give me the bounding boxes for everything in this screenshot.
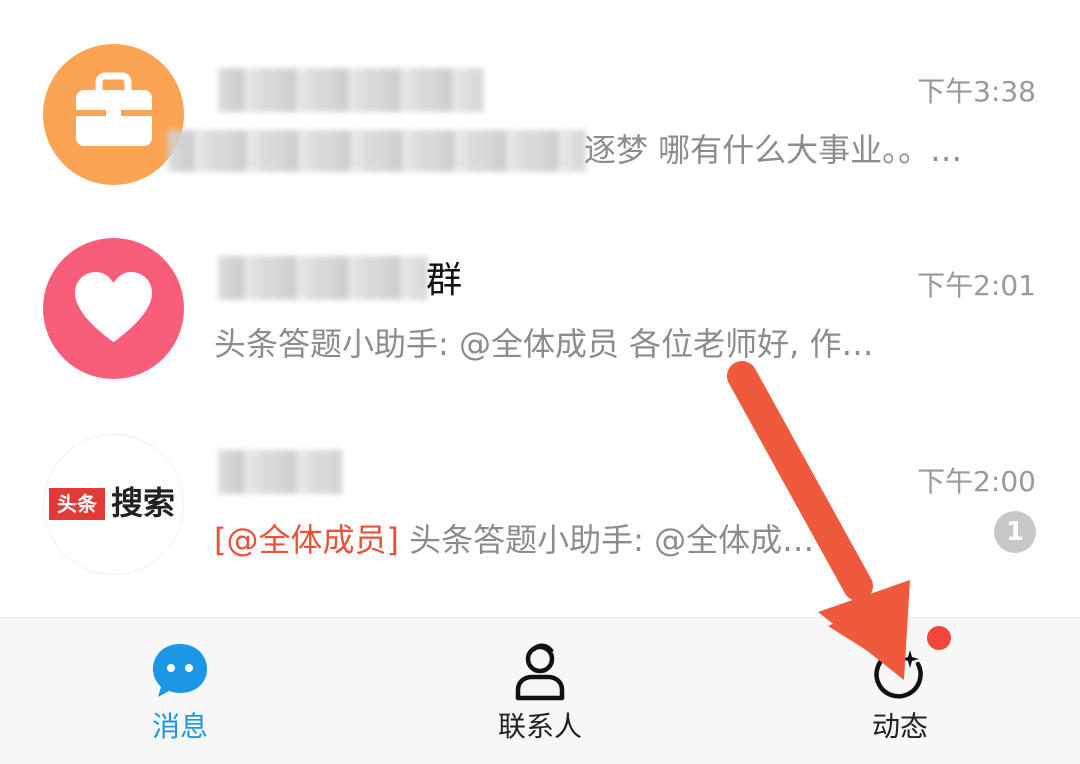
mention-tag: [@全体成员] bbox=[214, 521, 399, 559]
chat-list-screen: 逐梦 哪有什么大事业。。… 下午3:38 群 头条答题小助手: @全体成员 各位… bbox=[0, 0, 1080, 764]
avatar bbox=[43, 44, 184, 185]
bottom-tab-bar: 消息 联系人 动态 bbox=[0, 617, 1080, 764]
chat-list-item[interactable]: 群 头条答题小助手: @全体成员 各位老师好, 作… 下午2:01 bbox=[0, 214, 1080, 409]
avatar: 头条 搜索 bbox=[43, 434, 184, 575]
chat-bubble-icon bbox=[153, 644, 207, 697]
heart-icon bbox=[75, 272, 152, 342]
redacted-name bbox=[218, 256, 428, 300]
chat-time: 下午3:38 bbox=[917, 75, 1036, 108]
chat-time: 下午2:01 bbox=[917, 269, 1036, 302]
tab-contacts[interactable]: 联系人 bbox=[440, 618, 640, 764]
redacted-name bbox=[218, 450, 342, 494]
tab-messages[interactable]: 消息 bbox=[80, 618, 280, 764]
avatar bbox=[43, 238, 184, 379]
chat-time: 下午2:00 bbox=[917, 465, 1036, 498]
redacted-preview bbox=[168, 130, 586, 172]
moments-icon bbox=[874, 650, 923, 699]
chat-preview-text: 头条答题小助手: @全体成… bbox=[398, 521, 815, 559]
chat-preview: 头条答题小助手: @全体成员 各位老师好, 作… bbox=[214, 325, 874, 363]
chat-preview: [@全体成员] 头条答题小助手: @全体成… bbox=[214, 520, 814, 560]
briefcase-icon bbox=[76, 72, 152, 146]
tab-label: 联系人 bbox=[497, 710, 582, 743]
chat-list-item[interactable]: 逐梦 哪有什么大事业。。… 下午3:38 bbox=[0, 20, 1080, 215]
contact-person-icon bbox=[515, 643, 565, 701]
redacted-name bbox=[218, 68, 484, 112]
chat-list-item[interactable]: 头条 搜索 [@全体成员] 头条答题小助手: @全体成… 下午2:00 1 bbox=[0, 410, 1080, 605]
notification-dot bbox=[927, 626, 951, 650]
tab-label: 消息 bbox=[151, 710, 208, 743]
toutiao-search-logo: 头条 搜索 bbox=[49, 484, 179, 522]
unread-badge: 1 bbox=[994, 511, 1036, 553]
chat-name: 群 bbox=[426, 260, 463, 301]
tab-moments[interactable]: 动态 bbox=[800, 618, 1000, 764]
chat-preview: 逐梦 哪有什么大事业。。… bbox=[584, 131, 963, 169]
tab-label: 动态 bbox=[871, 710, 928, 743]
